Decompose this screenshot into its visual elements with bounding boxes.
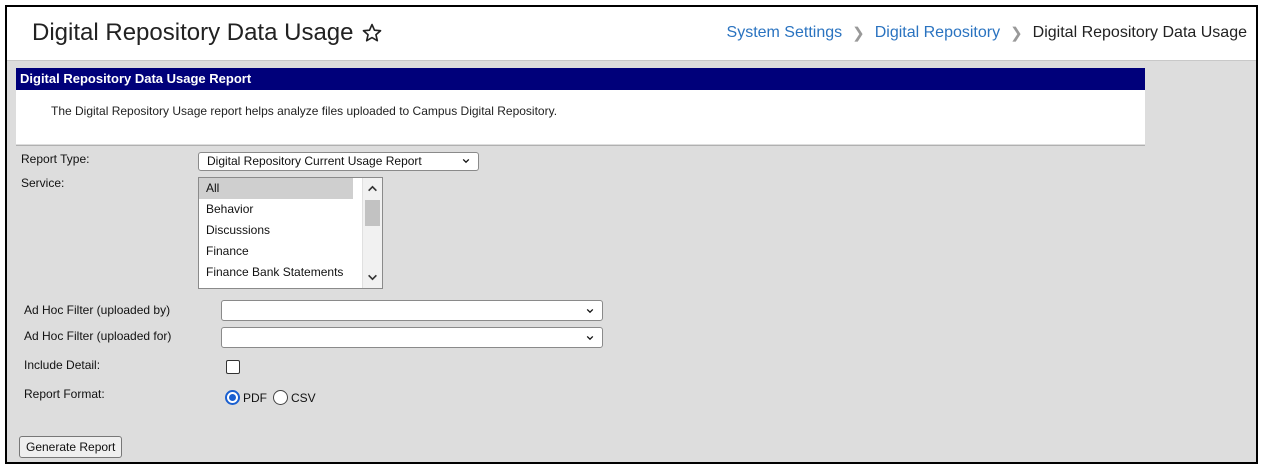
service-label: Service: [21, 176, 65, 190]
generate-report-button[interactable]: Generate Report [19, 436, 123, 458]
format-csv-radio[interactable] [273, 390, 288, 405]
report-heading: Digital Repository Data Usage Report [16, 68, 1145, 90]
adhoc-uploaded-for-label: Ad Hoc Filter (uploaded for) [24, 329, 172, 343]
page-header: Digital Repository Data Usage System Set… [7, 7, 1256, 61]
report-info-panel: Digital Repository Data Usage Report The… [16, 68, 1145, 144]
service-option-behavior[interactable]: Behavior [199, 199, 353, 220]
include-detail-checkbox[interactable] [226, 360, 240, 374]
service-option-all[interactable]: All [199, 178, 353, 199]
report-format-label: Report Format: [24, 387, 105, 401]
report-type-select[interactable]: Digital Repository Current Usage Report [198, 152, 479, 171]
chevron-down-icon[interactable] [367, 272, 378, 283]
format-pdf-label[interactable]: PDF [243, 391, 267, 405]
chevron-down-icon [586, 335, 594, 341]
service-option-finance-bank-statements[interactable]: Finance Bank Statements [199, 262, 353, 283]
star-icon[interactable] [361, 22, 383, 44]
breadcrumb-digital-repository[interactable]: Digital Repository [875, 24, 1000, 42]
report-format-radio-group: PDF CSV [225, 390, 322, 405]
report-description: The Digital Repository Usage report help… [51, 104, 558, 118]
adhoc-uploaded-for-select[interactable] [221, 327, 603, 348]
format-csv-label[interactable]: CSV [291, 391, 316, 405]
adhoc-uploaded-by-select[interactable] [221, 300, 603, 321]
breadcrumb: System Settings ❯ Digital Repository ❯ D… [727, 24, 1247, 42]
chevron-right-icon: ❯ [1010, 25, 1023, 42]
service-listbox[interactable]: All Behavior Discussions Finance Finance… [198, 177, 383, 289]
page-title: Digital Repository Data Usage [32, 19, 354, 46]
report-type-value: Digital Repository Current Usage Report [207, 154, 422, 168]
service-option-finance[interactable]: Finance [199, 241, 353, 262]
chevron-up-icon[interactable] [367, 183, 378, 194]
chevron-right-icon: ❯ [852, 25, 865, 42]
include-detail-label: Include Detail: [24, 358, 101, 372]
chevron-down-icon [462, 158, 470, 164]
format-pdf-radio[interactable] [225, 390, 240, 405]
chevron-down-icon [586, 308, 594, 314]
scrollbar-thumb[interactable] [365, 200, 380, 226]
service-option-discussions[interactable]: Discussions [199, 220, 353, 241]
app-window: Digital Repository Data Usage System Set… [5, 5, 1258, 464]
breadcrumb-current: Digital Repository Data Usage [1032, 24, 1247, 41]
service-scrollbar[interactable] [362, 178, 382, 288]
divider [16, 145, 1145, 146]
adhoc-uploaded-by-label: Ad Hoc Filter (uploaded by) [24, 303, 171, 317]
breadcrumb-system-settings[interactable]: System Settings [727, 24, 843, 42]
report-type-label: Report Type: [21, 152, 90, 166]
page-title-wrap: Digital Repository Data Usage [32, 19, 383, 47]
